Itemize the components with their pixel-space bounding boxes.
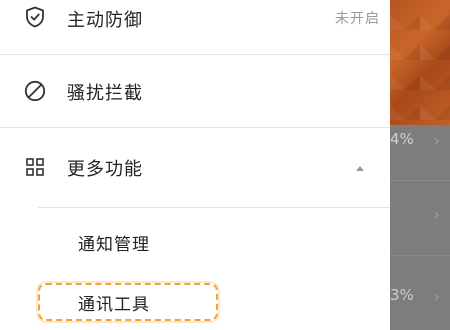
side-drawer: 主动防御 未开启 骚扰拦截 更多功能 通知管理 通讯工具 [0, 0, 390, 330]
menu-item-label: 更多功能 [67, 159, 143, 180]
chevron-right-icon: › [433, 205, 440, 224]
background-divider [390, 255, 450, 256]
menu-item-label: 主动防御 [67, 10, 143, 31]
submenu-item-notification-management[interactable]: 通知管理 [0, 208, 390, 270]
background-divider [390, 180, 450, 181]
chevron-right-icon: › [433, 131, 440, 150]
chevron-right-icon: › [433, 287, 440, 306]
block-icon [24, 80, 46, 102]
submenu-item-communication-tools[interactable]: 通讯工具 [0, 283, 390, 321]
collapse-caret-icon[interactable] [356, 166, 364, 171]
submenu-item-label: 通讯工具 [78, 295, 150, 315]
background-value-3: 3% [390, 286, 414, 304]
background-header [390, 0, 450, 125]
menu-item-label: 骚扰拦截 [67, 83, 143, 104]
grid-icon [24, 156, 46, 178]
menu-item-more-features[interactable]: 更多功能 [0, 128, 390, 206]
shield-check-icon [24, 6, 46, 28]
menu-item-harassment-block[interactable]: 骚扰拦截 [0, 55, 390, 127]
background-value-1: 4% [390, 130, 414, 148]
submenu-item-label: 通知管理 [78, 235, 150, 255]
background-app: 4% › › 3% › [390, 0, 450, 330]
menu-item-active-defense[interactable]: 主动防御 未开启 [0, 0, 390, 52]
status-text: 未开启 [335, 11, 380, 27]
